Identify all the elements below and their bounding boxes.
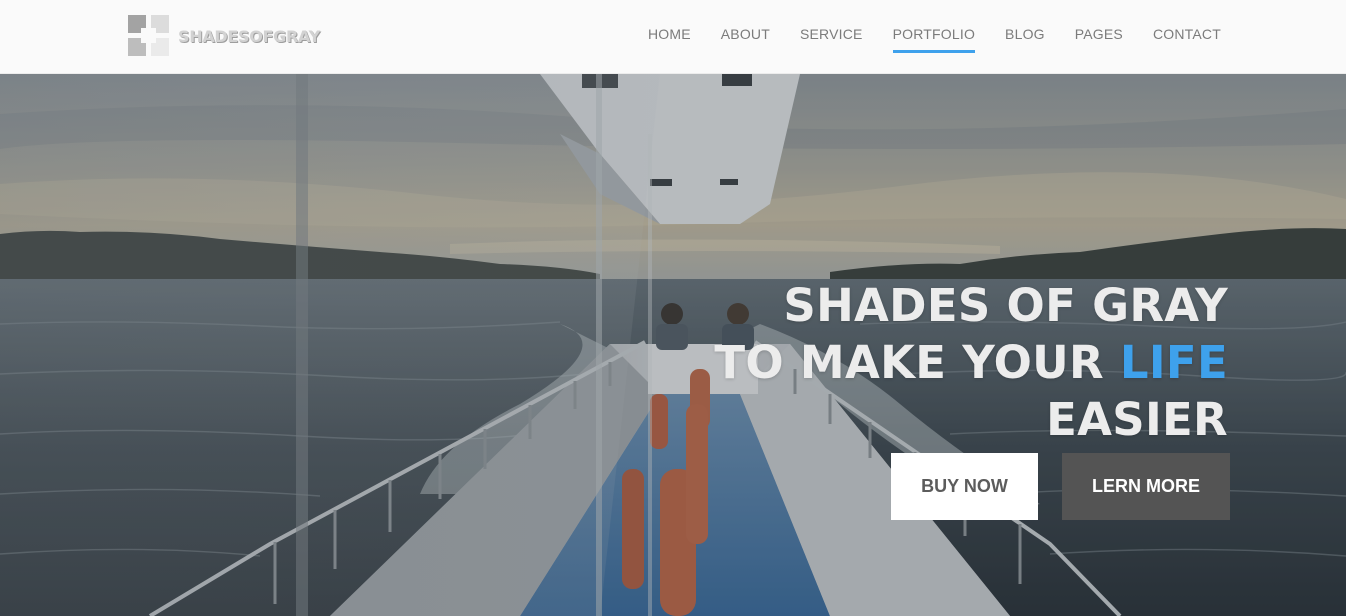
nav-contact[interactable]: CONTACT — [1153, 26, 1221, 53]
hero-line-3: EASIER — [1046, 393, 1228, 446]
nav-service[interactable]: SERVICE — [800, 26, 863, 53]
nav-home[interactable]: HOME — [648, 26, 691, 53]
nav-blog[interactable]: BLOG — [1005, 26, 1045, 53]
hero-line-2: TO MAKE YOUR LIFE — [714, 334, 1228, 391]
buy-now-button[interactable]: BUY NOW — [891, 453, 1038, 520]
four-squares-logo-icon — [128, 15, 170, 57]
hero-highlight-word: LIFE — [1119, 336, 1228, 389]
nav-portfolio[interactable]: PORTFOLIO — [892, 26, 976, 53]
learn-more-button[interactable]: LERN MORE — [1062, 453, 1230, 520]
site-header: SHADESOFGRAY HOME ABOUT SERVICE PORTFOLI… — [0, 0, 1346, 74]
logo-text: SHADESOFGRAY — [178, 27, 320, 46]
main-nav: HOME ABOUT SERVICE PORTFOLIO BLOG PAGES … — [648, 26, 1221, 53]
hero-line-1: SHADES OF GRAY — [783, 279, 1228, 332]
nav-pages[interactable]: PAGES — [1075, 26, 1123, 53]
hero-headline: SHADES OF GRAY TO MAKE YOUR LIFE EASIER — [714, 277, 1228, 448]
hero-section: SHADES OF GRAY TO MAKE YOUR LIFE EASIER … — [0, 74, 1346, 616]
hero-line-2-prefix: TO MAKE YOUR — [714, 336, 1104, 389]
nav-about[interactable]: ABOUT — [721, 26, 770, 53]
site-logo[interactable]: SHADESOFGRAY — [128, 15, 320, 57]
